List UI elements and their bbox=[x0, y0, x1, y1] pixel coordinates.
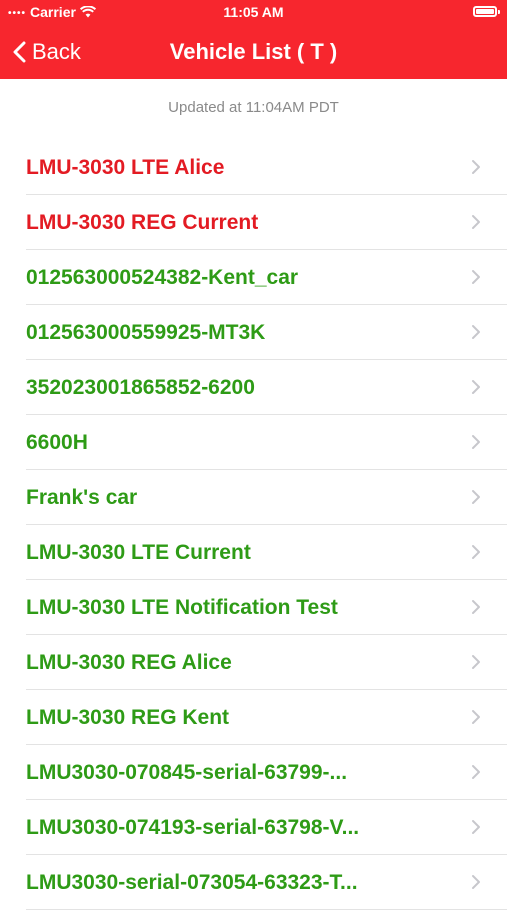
vehicle-name: LMU3030-074193-serial-63798-V... bbox=[26, 816, 360, 839]
vehicle-row[interactable]: LMU-3030 LTE Current bbox=[0, 525, 507, 580]
vehicle-row[interactable]: 012563000559925-MT3K bbox=[0, 305, 507, 360]
chevron-right-icon bbox=[472, 270, 480, 284]
vehicle-row[interactable]: LMU-3030 REG Kent bbox=[0, 690, 507, 745]
updated-timestamp: Updated at 11:04AM PDT bbox=[168, 99, 339, 116]
chevron-right-icon bbox=[472, 710, 480, 724]
chevron-right-icon bbox=[472, 655, 480, 669]
chevron-right-icon bbox=[472, 490, 480, 504]
vehicle-name: 012563000524382-Kent_car bbox=[26, 266, 299, 289]
chevron-right-icon bbox=[472, 820, 480, 834]
vehicle-name: LMU-3030 REG Current bbox=[26, 211, 259, 234]
battery-icon bbox=[473, 6, 500, 17]
vehicle-row[interactable]: 012563000524382-Kent_car bbox=[0, 250, 507, 305]
vehicle-name: LMU-3030 LTE Current bbox=[26, 541, 251, 564]
vehicle-list: LMU-3030 LTE Alice LMU-3030 REG Current 01… bbox=[0, 140, 507, 910]
chevron-right-icon bbox=[472, 380, 480, 394]
vehicle-row[interactable]: LMU-3030 REG Current bbox=[0, 195, 507, 250]
vehicle-row[interactable]: LMU-3030 LTE Alice bbox=[0, 140, 507, 195]
vehicle-row[interactable]: Frank's car bbox=[0, 470, 507, 525]
vehicle-row[interactable]: LMU3030-070845-serial-63799-... bbox=[0, 745, 507, 800]
navigation-header: •••• Carrier 11:05 AM Back Vehicle List … bbox=[0, 0, 507, 79]
chevron-right-icon bbox=[472, 545, 480, 559]
page-title: Vehicle List ( T ) bbox=[169, 39, 338, 64]
chevron-right-icon bbox=[472, 765, 480, 779]
vehicle-row[interactable]: 6600H bbox=[0, 415, 507, 470]
chevron-right-icon bbox=[472, 875, 480, 889]
chevron-right-icon bbox=[472, 160, 480, 174]
vehicle-name: LMU-3030 LTE Notification Test bbox=[26, 596, 338, 619]
status-time: 11:05 AM bbox=[223, 4, 284, 20]
vehicle-name: Frank's car bbox=[26, 486, 138, 509]
vehicle-name: 012563000559925-MT3K bbox=[26, 321, 266, 344]
vehicle-name: LMU-3030 LTE Alice bbox=[26, 156, 225, 179]
vehicle-row[interactable]: LMU-3030 REG Alice bbox=[0, 635, 507, 690]
vehicle-row[interactable]: LMU3030-074193-serial-63798-V... bbox=[0, 800, 507, 855]
chevron-right-icon bbox=[472, 435, 480, 449]
chevron-right-icon bbox=[472, 215, 480, 229]
vehicle-name: LMU3030-070845-serial-63799-... bbox=[26, 761, 348, 784]
chevron-right-icon bbox=[472, 600, 480, 614]
vehicle-row[interactable]: LMU3030-serial-073054-63323-T... bbox=[0, 855, 507, 910]
status-bar: •••• Carrier 11:05 AM bbox=[0, 0, 507, 22]
vehicle-name: LMU-3030 REG Alice bbox=[26, 651, 232, 674]
vehicle-name: LMU3030-serial-073054-63323-T... bbox=[26, 871, 358, 894]
vehicle-name: 352023001865852-6200 bbox=[26, 376, 255, 399]
vehicle-row[interactable]: LMU-3030 LTE Notification Test bbox=[0, 580, 507, 635]
chevron-right-icon bbox=[472, 325, 480, 339]
vehicle-name: LMU-3030 REG Kent bbox=[26, 706, 230, 729]
vehicle-name: 6600H bbox=[26, 431, 88, 454]
vehicle-row[interactable]: 352023001865852-6200 bbox=[0, 360, 507, 415]
